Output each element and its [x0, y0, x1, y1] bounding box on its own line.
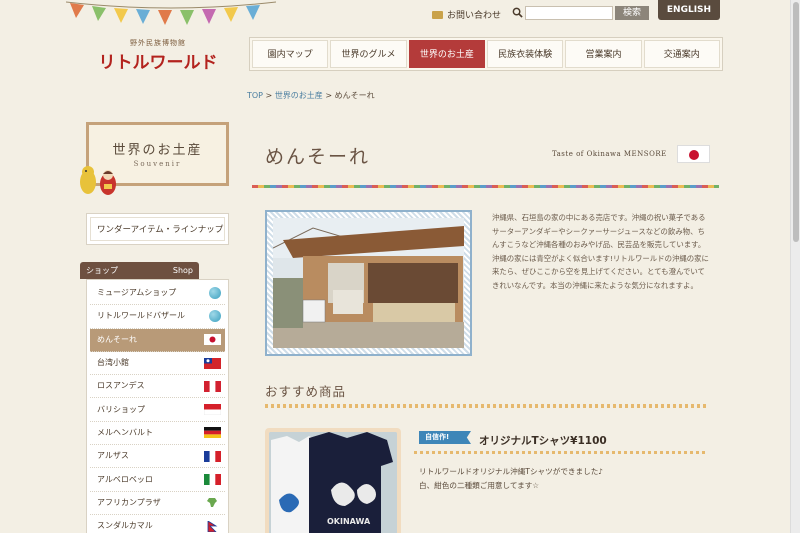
shop-item-label: めんそーれ — [97, 334, 137, 344]
product-photo-frame: OKINAWA — [265, 428, 401, 533]
globe-icon — [209, 287, 221, 300]
shop-item-label: アルベロベッロ — [97, 474, 153, 484]
product-badge: 自信作! — [419, 431, 471, 444]
shop-item-andes[interactable]: ロスアンデス — [90, 375, 225, 399]
scrollbar-thumb[interactable] — [793, 2, 799, 242]
nav-item-map[interactable]: 園内マップ — [252, 40, 329, 68]
logo-title: リトルワールド — [98, 53, 218, 73]
souvenir-title: 世界のお土産 — [112, 143, 203, 158]
page-title-english: Taste of Okinawa MENSORE — [552, 150, 667, 158]
shop-item-marchenwald[interactable]: メルヘンバルト — [90, 422, 225, 446]
shop-item-bazaar[interactable]: リトルワールドバザール — [90, 305, 225, 329]
shop-item-alsace[interactable]: アルザス — [90, 445, 225, 469]
italy-flag-icon — [204, 474, 221, 486]
shop-item-label: ロスアンデス — [97, 381, 145, 391]
breadcrumb-souvenir[interactable]: 世界のお土産 — [275, 91, 323, 100]
global-nav: 園内マップ 世界のグルメ 世界のお土産 民族衣装体験 営業案内 交通案内 — [249, 37, 723, 71]
product-name: オリジナルTシャツ¥1100 — [479, 435, 607, 447]
globe-icon — [209, 310, 221, 323]
shop-item-bali[interactable]: バリショップ — [90, 398, 225, 422]
breadcrumb-separator: > — [263, 91, 275, 100]
shop-photo-frame — [265, 210, 472, 356]
contact-label: お問い合わせ — [447, 11, 502, 21]
shop-item-museum[interactable]: ミュージアムショップ — [90, 282, 225, 306]
shop-item-african-plaza[interactable]: アフリカンプラザ — [90, 492, 225, 515]
breadcrumb-separator: > — [322, 91, 335, 100]
product-description: リトルワールドオリジナル沖縄Tシャツができました♪ 白、紺色の二種類ご用意してま… — [419, 465, 709, 493]
lineup-label: ワンダーアイテム・ラインナップ — [90, 217, 225, 241]
search-input[interactable] — [525, 6, 613, 20]
english-label: ENGLISH — [666, 5, 712, 15]
peru-flag-icon — [204, 380, 221, 392]
shop-item-label: バリショップ — [97, 404, 145, 414]
nav-item-costume[interactable]: 民族衣装体験 — [486, 40, 564, 68]
shop-item-label: アルザス — [97, 451, 129, 461]
search-button[interactable]: 検索 — [615, 6, 649, 20]
product-desc-line: リトルワールドオリジナル沖縄Tシャツができました♪ — [419, 467, 604, 476]
breadcrumb: TOP > 世界のお土産 > めんそーれ — [247, 90, 375, 101]
english-button[interactable]: ENGLISH — [658, 0, 720, 20]
shop-item-label: メルヘンバルト — [97, 427, 153, 437]
shop-list-header: ショップ Shop — [80, 262, 199, 279]
site-logo[interactable]: 野外民族博物館 リトルワールド — [98, 38, 218, 73]
doll-icon — [80, 166, 116, 195]
shop-item-label: 台湾小館 — [97, 358, 129, 368]
breadcrumb-top[interactable]: TOP — [247, 91, 263, 100]
shop-item-label: アフリカンプラザ — [97, 497, 161, 507]
product-desc-line: 白、紺色の二種類ご用意してます☆ — [419, 481, 540, 490]
logo-subtitle: 野外民族博物館 — [130, 39, 186, 47]
shop-description: 沖縄県、石垣島の家の中にある売店です。沖縄の祝い菓子であるサーターアンダギーやシ… — [492, 213, 709, 290]
contact-link[interactable]: お問い合わせ — [432, 8, 501, 21]
nepal-flag-icon — [207, 520, 218, 532]
page-title: めんそーれ — [265, 146, 371, 168]
lineup-button[interactable]: ワンダーアイテム・ラインナップ — [86, 213, 229, 245]
taiwan-flag-icon — [204, 357, 221, 369]
decorative-divider — [265, 404, 706, 408]
shop-photo — [272, 218, 464, 348]
shop-item-sundar-kamal[interactable]: スンダルカマル — [90, 515, 225, 533]
shop-item-alberobello[interactable]: アルベロベッロ — [90, 468, 225, 492]
product-photo: OKINAWA — [269, 432, 397, 533]
shop-header-en: Shop — [172, 266, 193, 275]
decorative-divider — [414, 451, 706, 454]
shop-item-label: リトルワールドバザール — [97, 311, 185, 321]
shop-item-taiwan[interactable]: 台湾小館 — [90, 352, 225, 376]
germany-flag-icon — [204, 427, 221, 439]
japan-flag-icon — [204, 334, 221, 346]
africa-map-icon — [207, 498, 217, 508]
mail-icon — [432, 10, 443, 19]
indonesia-flag-icon — [204, 404, 221, 416]
japan-flag-icon — [677, 145, 710, 163]
recommend-heading: おすすめ商品 — [265, 384, 347, 399]
shop-list: ミュージアムショップ リトルワールドバザール めんそーれ 台湾小館 ロスアンデス… — [86, 279, 229, 533]
page: 野外民族博物館 リトルワールド お問い合わせ 検索 ENGLISH 園内マップ … — [0, 0, 800, 533]
shop-item-label: スンダルカマル — [97, 521, 153, 531]
nav-item-souvenir[interactable]: 世界のお土産 — [408, 40, 485, 68]
france-flag-icon — [204, 450, 221, 462]
page-scrollbar[interactable] — [790, 0, 800, 533]
shop-item-label: ミュージアムショップ — [97, 288, 177, 298]
decorative-divider — [252, 185, 719, 188]
nav-item-gourmet[interactable]: 世界のグルメ — [330, 40, 407, 68]
bunting-decoration — [66, 1, 276, 25]
shirt-print-text: OKINAWA — [327, 517, 371, 526]
nav-item-access[interactable]: 交通案内 — [643, 40, 720, 68]
shop-header-jp: ショップ — [86, 266, 118, 275]
shop-item-mensore[interactable]: めんそーれ — [90, 328, 225, 352]
nav-item-hours[interactable]: 営業案内 — [565, 40, 642, 68]
search-icon — [512, 7, 523, 18]
breadcrumb-current: めんそーれ — [334, 91, 375, 100]
